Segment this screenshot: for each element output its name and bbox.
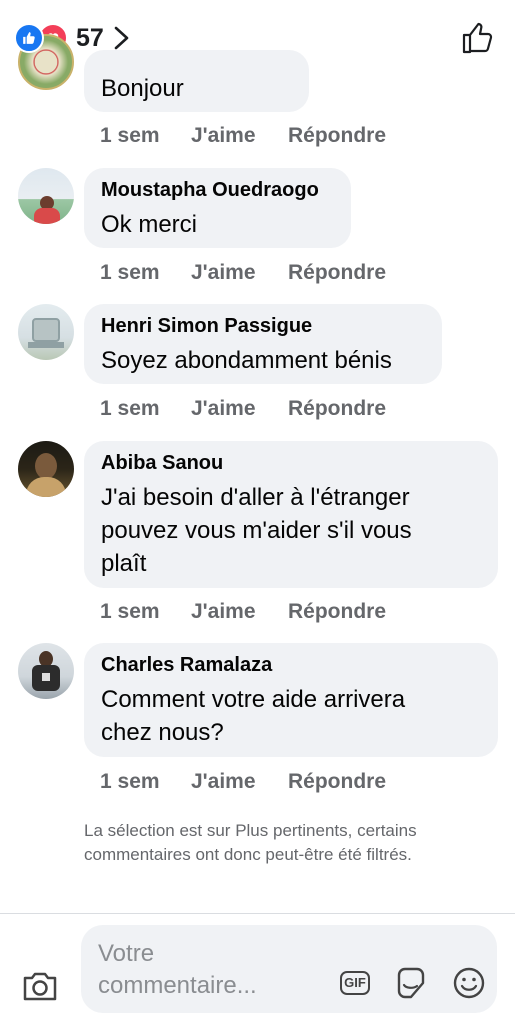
sticker-icon[interactable]: [393, 965, 429, 1001]
comment-bubble: Abiba Sanou J'ai besoin d'aller à l'étra…: [84, 441, 498, 588]
comment-text: Bonjour: [101, 75, 184, 102]
avatar[interactable]: [18, 304, 74, 360]
comment-actions: 1 sem J'aime Répondre: [100, 124, 386, 148]
like-link[interactable]: J'aime: [191, 770, 288, 794]
avatar[interactable]: [18, 441, 74, 497]
like-icon: [14, 23, 44, 53]
gif-icon[interactable]: GIF: [338, 965, 374, 1001]
reaction-count: 57: [76, 23, 104, 52]
thumbs-up-outline-icon[interactable]: [460, 20, 496, 56]
camera-icon[interactable]: [20, 966, 60, 1006]
filter-note: La sélection est sur Plus pertinents, ce…: [84, 821, 417, 864]
comment-actions: 1 sem J'aime Répondre: [100, 770, 386, 794]
comment-text: Soyez abondamment bénis: [101, 347, 392, 374]
chevron-right-icon[interactable]: [110, 25, 132, 51]
like-link[interactable]: J'aime: [191, 261, 288, 285]
comment-timestamp: 1 sem: [100, 261, 160, 284]
comment-bubble: Moustapha Ouedraogo Ok merci: [84, 168, 351, 248]
comment-bubble: Bonjour: [84, 50, 309, 112]
reply-link[interactable]: Répondre: [288, 397, 386, 421]
comment-input-placeholder: Votre commentaire...: [98, 940, 257, 999]
like-link[interactable]: J'aime: [191, 600, 288, 624]
comment-timestamp: 1 sem: [100, 600, 160, 623]
comment-timestamp: 1 sem: [100, 124, 160, 147]
comment-author[interactable]: Moustapha Ouedraogo: [101, 179, 333, 202]
comment-text: J'ai besoin d'aller à l'étranger pouvez …: [101, 484, 412, 577]
reply-link[interactable]: Répondre: [288, 770, 386, 794]
comment-input[interactable]: Votre commentaire... GIF: [81, 925, 497, 1013]
comment-actions: 1 sem J'aime Répondre: [100, 600, 386, 624]
comment-bubble: Henri Simon Passigue Soyez abondamment b…: [84, 304, 442, 384]
gif-label: GIF: [340, 971, 370, 995]
reply-link[interactable]: Répondre: [288, 261, 386, 285]
like-link[interactable]: J'aime: [191, 124, 288, 148]
emoji-icon[interactable]: [451, 965, 487, 1001]
comment-author[interactable]: Charles Ramalaza: [101, 654, 480, 677]
like-link[interactable]: J'aime: [191, 397, 288, 421]
comment-actions: 1 sem J'aime Répondre: [100, 397, 386, 421]
reply-link[interactable]: Répondre: [288, 600, 386, 624]
comment-timestamp: 1 sem: [100, 770, 160, 793]
comment-text: Comment votre aide arrivera chez nous?: [101, 686, 406, 746]
comment-timestamp: 1 sem: [100, 397, 160, 420]
comment-author[interactable]: Henri Simon Passigue: [101, 315, 424, 338]
comment-text: Ok merci: [101, 211, 197, 238]
avatar[interactable]: [18, 168, 74, 224]
divider: [0, 913, 515, 914]
comment-author[interactable]: Abiba Sanou: [101, 452, 480, 475]
avatar[interactable]: [18, 643, 74, 699]
comment-bubble: Charles Ramalaza Comment votre aide arri…: [84, 643, 498, 757]
reply-link[interactable]: Répondre: [288, 124, 386, 148]
comment-actions: 1 sem J'aime Répondre: [100, 261, 386, 285]
